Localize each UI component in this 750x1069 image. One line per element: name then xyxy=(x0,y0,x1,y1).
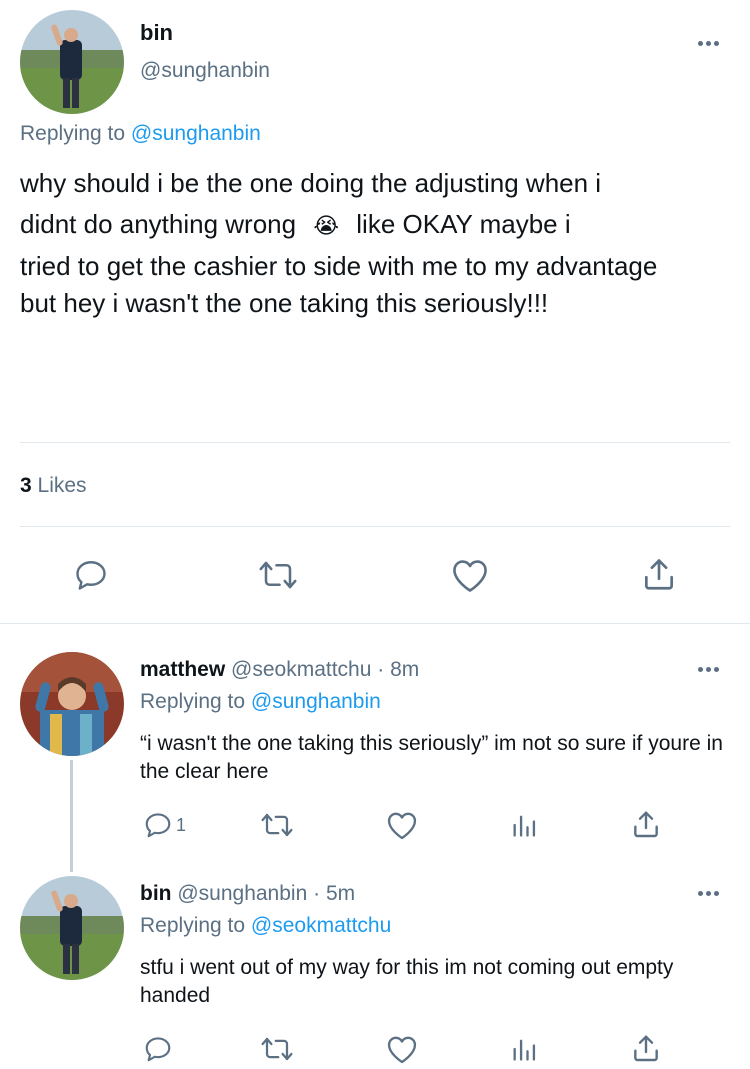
share-icon[interactable] xyxy=(630,1032,662,1064)
analytics-icon[interactable] xyxy=(510,1034,538,1064)
more-icon[interactable] xyxy=(695,38,721,48)
avatar[interactable] xyxy=(20,876,124,980)
display-name[interactable]: bin xyxy=(140,20,173,46)
retweet-icon[interactable] xyxy=(258,810,296,840)
replying-prefix: Replying to xyxy=(140,690,246,713)
more-icon[interactable] xyxy=(695,664,721,674)
reply-icon[interactable] xyxy=(72,557,110,593)
separator: · xyxy=(377,658,385,681)
tweet-text-line2: didnt do anything wrong 😭 like OKAY mayb… xyxy=(20,202,720,248)
replying-to-handle[interactable]: @sunghanbin xyxy=(251,690,381,713)
replying-prefix: Replying to xyxy=(140,914,246,937)
reply-icon[interactable]: 1 xyxy=(142,810,186,840)
crying-emoji: 😭 xyxy=(313,213,340,238)
tweet-text: why should i be the one doing the adjust… xyxy=(20,165,720,322)
heart-icon[interactable] xyxy=(450,557,490,593)
retweet-icon[interactable] xyxy=(256,557,300,593)
replying-to-handle[interactable]: @sunghanbin xyxy=(131,122,261,145)
divider xyxy=(20,526,730,527)
share-icon[interactable] xyxy=(630,808,662,840)
handle[interactable]: @sunghanbin xyxy=(140,59,270,83)
avatar[interactable] xyxy=(20,652,124,756)
likes-count: 3 xyxy=(20,474,32,497)
heart-icon[interactable] xyxy=(385,810,419,840)
separator: · xyxy=(313,882,321,905)
tweet-text-line1: why should i be the one doing the adjust… xyxy=(20,168,602,198)
reply-header: matthew @seokmattchu · 8m xyxy=(140,658,419,682)
replying-to-handle[interactable]: @seokmattchu xyxy=(251,914,391,937)
timestamp[interactable]: 5m xyxy=(326,882,355,905)
heart-icon[interactable] xyxy=(385,1034,419,1064)
more-icon[interactable] xyxy=(695,888,721,898)
replying-to-line: Replying to @seokmattchu xyxy=(140,914,391,938)
display-name[interactable]: matthew xyxy=(140,658,225,681)
handle[interactable]: @seokmattchu xyxy=(231,658,371,681)
timestamp[interactable]: 8m xyxy=(390,658,419,681)
share-icon[interactable] xyxy=(640,555,678,593)
divider xyxy=(20,442,730,443)
analytics-icon[interactable] xyxy=(510,810,538,840)
likes-label: Likes xyxy=(37,474,87,497)
replying-prefix: Replying to xyxy=(20,122,126,145)
thread-line xyxy=(70,760,73,872)
tweet-text-rest: tried to get the cashier to side with me… xyxy=(20,251,658,318)
reply-header: bin @sunghanbin · 5m xyxy=(140,882,355,906)
replying-to-line: Replying to @sunghanbin xyxy=(140,690,381,714)
display-name[interactable]: bin xyxy=(140,882,172,905)
avatar[interactable] xyxy=(20,10,124,114)
reply-text: “i wasn't the one taking this seriously”… xyxy=(140,732,723,783)
reply-count: 1 xyxy=(176,814,187,835)
reply-icon[interactable] xyxy=(142,1034,176,1064)
handle[interactable]: @sunghanbin xyxy=(177,882,307,905)
reply-text: stfu i went out of my way for this im no… xyxy=(140,956,674,1007)
replying-to-line: Replying to @sunghanbin xyxy=(20,122,261,146)
divider xyxy=(0,623,750,624)
likes-stat[interactable]: 3 Likes xyxy=(20,474,87,498)
retweet-icon[interactable] xyxy=(258,1034,296,1064)
